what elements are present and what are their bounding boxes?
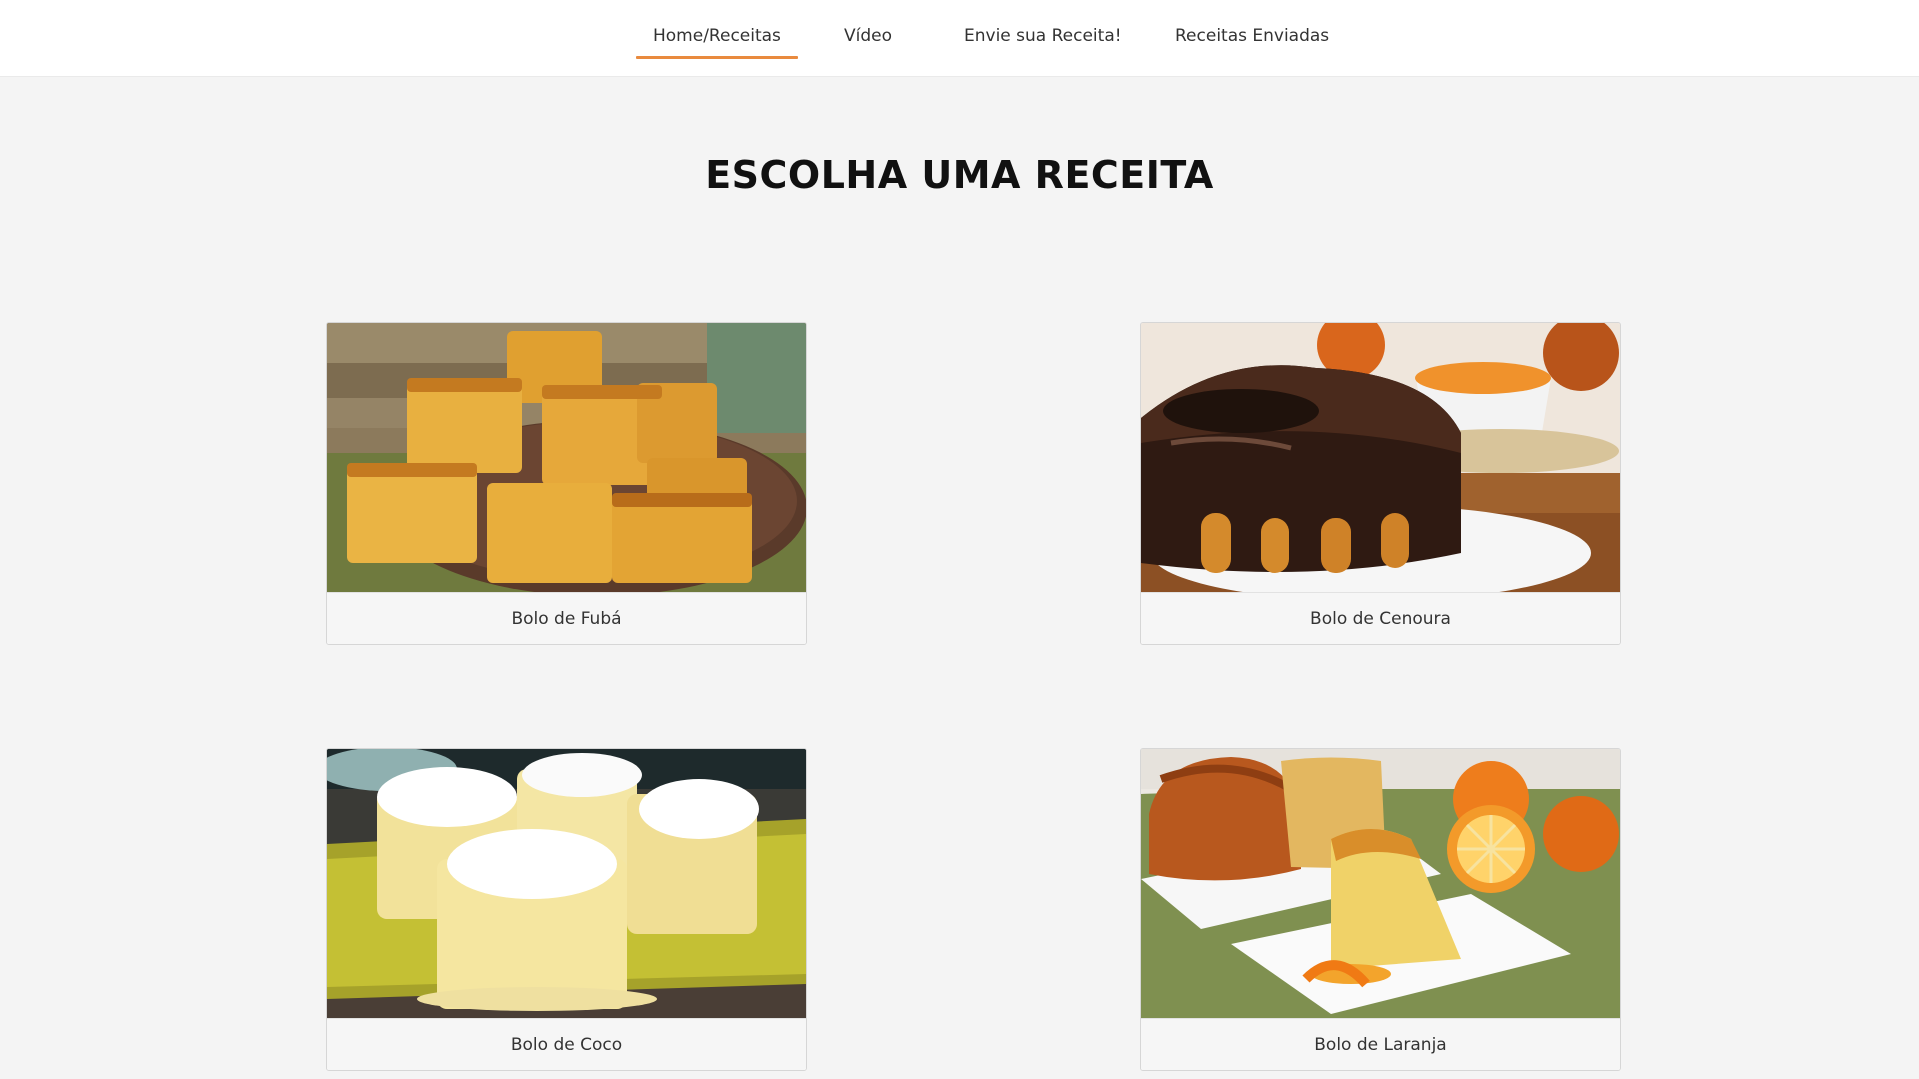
recipe-card-label: Bolo de Coco bbox=[327, 1018, 806, 1070]
nav-send-recipe[interactable]: Envie sua Receita! bbox=[964, 26, 1122, 46]
recipe-card-coco[interactable]: Bolo de Coco bbox=[326, 748, 807, 1071]
recipe-card-label: Bolo de Fubá bbox=[327, 592, 806, 644]
recipe-card-label: Bolo de Laranja bbox=[1141, 1018, 1620, 1070]
top-navbar: Home/Receitas Vídeo Envie sua Receita! R… bbox=[0, 0, 1919, 77]
coconut-cake-photo bbox=[327, 749, 806, 1018]
nav-video[interactable]: Vídeo bbox=[844, 26, 892, 46]
page-title: ESCOLHA UMA RECEITA bbox=[705, 153, 1214, 197]
recipe-card-laranja[interactable]: Bolo de Laranja bbox=[1140, 748, 1621, 1071]
recipe-card-cenoura[interactable]: Bolo de Cenoura bbox=[1140, 322, 1621, 645]
carrot-cake-photo bbox=[1141, 323, 1620, 592]
recipe-card-fuba[interactable]: Bolo de Fubá bbox=[326, 322, 807, 645]
cornmeal-cake-photo bbox=[327, 323, 806, 592]
recipe-card-label: Bolo de Cenoura bbox=[1141, 592, 1620, 644]
orange-cake-photo bbox=[1141, 749, 1620, 1018]
nav-sent-recipes[interactable]: Receitas Enviadas bbox=[1175, 26, 1329, 46]
nav-home-recipes[interactable]: Home/Receitas bbox=[636, 26, 798, 59]
